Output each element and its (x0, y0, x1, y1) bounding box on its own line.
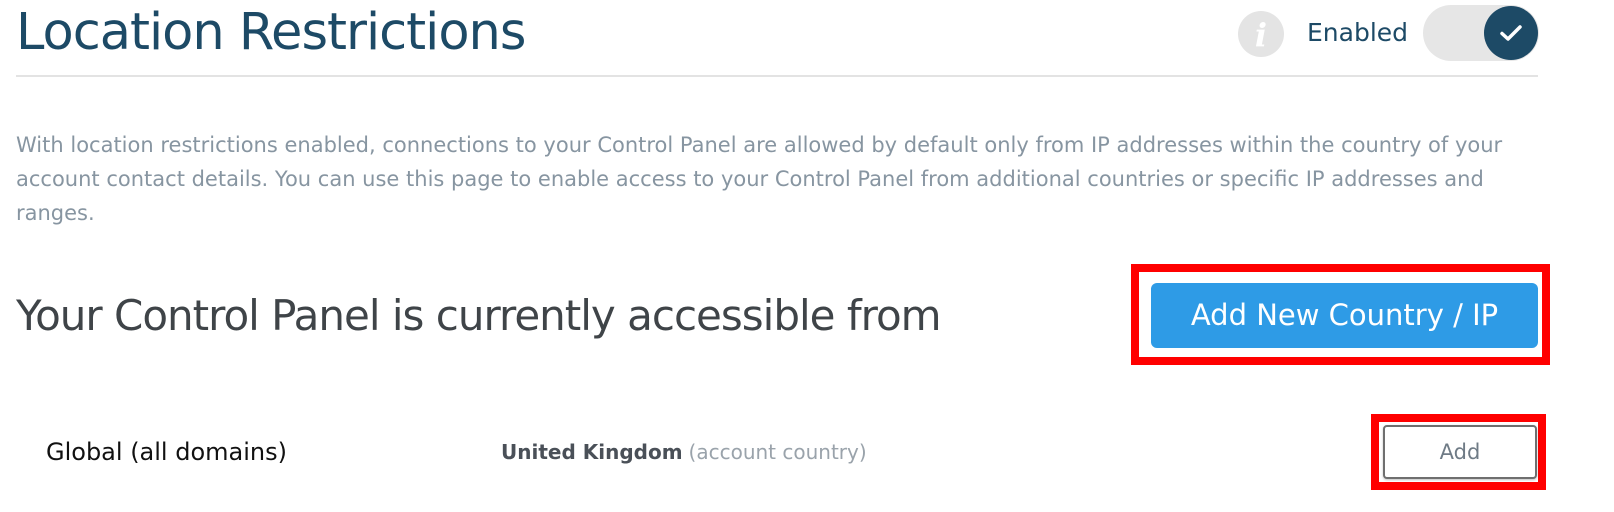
info-glyph: i (1254, 16, 1268, 54)
page-title: Location Restrictions (16, 3, 526, 62)
section-heading: Your Control Panel is currently accessib… (16, 291, 942, 340)
country-name: United Kingdom (501, 440, 683, 464)
row-label-global: Global (all domains) (46, 438, 287, 466)
description-text: With location restrictions enabled, conn… (16, 133, 1503, 225)
toggle-knob (1484, 6, 1538, 60)
country-note: (account country) (688, 440, 867, 464)
enabled-toggle[interactable] (1423, 5, 1539, 61)
info-icon[interactable]: i (1238, 11, 1284, 57)
add-button[interactable]: Add (1383, 425, 1537, 479)
toggle-label: Enabled (1307, 18, 1409, 47)
header-divider (16, 75, 1538, 77)
add-new-country-ip-button[interactable]: Add New Country / IP (1151, 283, 1538, 348)
country-entry: United Kingdom (account country) (501, 437, 867, 467)
checkmark-icon (1500, 25, 1522, 41)
